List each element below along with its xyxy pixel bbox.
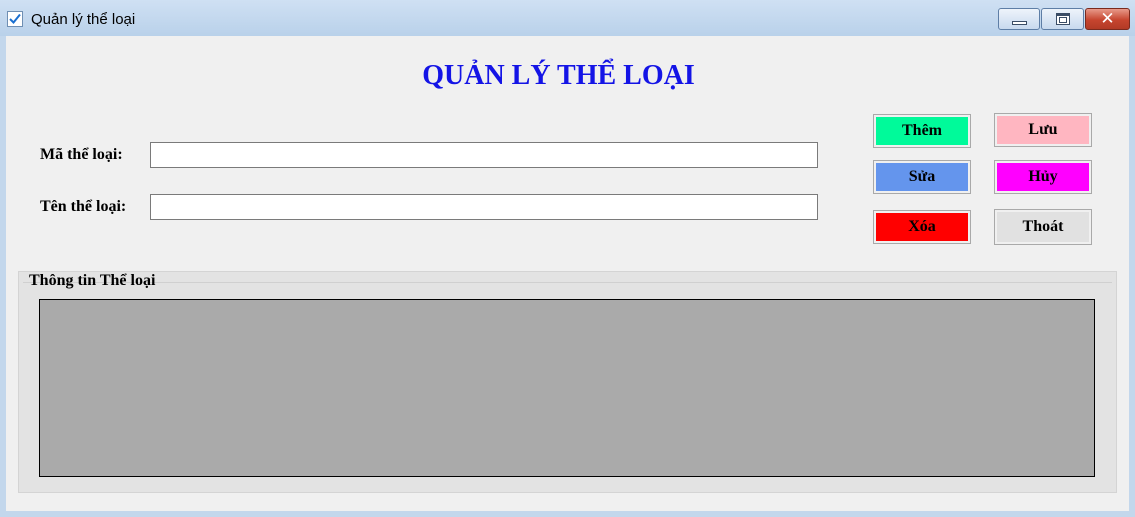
the-loai-info-group: Thông tin Thể loại: [18, 271, 1117, 493]
title-bar[interactable]: Quản lý thể loại ✕: [0, 0, 1135, 36]
ten-the-loai-label: Tên thể loại:: [40, 198, 127, 215]
thoat-button-label: Thoát: [997, 212, 1089, 242]
group-border-line: [23, 282, 1112, 283]
thoat-button[interactable]: Thoát: [994, 209, 1092, 245]
group-title: Thông tin Thể loại: [29, 272, 156, 289]
close-button[interactable]: ✕: [1085, 8, 1130, 30]
huy-button-label: Hủy: [997, 163, 1089, 191]
ten-the-loai-input[interactable]: [150, 194, 818, 220]
maximize-icon: [1056, 13, 1070, 25]
xoa-button[interactable]: Xóa: [873, 210, 971, 244]
app-icon: [7, 11, 23, 27]
xoa-button-label: Xóa: [876, 213, 968, 241]
minimize-icon: [1012, 21, 1027, 25]
sua-button[interactable]: Sửa: [873, 160, 971, 194]
sua-button-label: Sửa: [876, 163, 968, 191]
minimize-button[interactable]: [998, 8, 1040, 30]
close-icon: ✕: [1100, 9, 1115, 29]
page-title: QUẢN LÝ THỂ LOẠI: [422, 60, 695, 91]
window-client-area: QUẢN LÝ THỂ LOẠI Mã thể loại: Tên thể lo…: [6, 36, 1129, 511]
them-button[interactable]: Thêm: [873, 114, 971, 148]
window-title: Quản lý thể loại: [31, 11, 136, 28]
huy-button[interactable]: Hủy: [994, 160, 1092, 194]
luu-button[interactable]: Lưu: [994, 113, 1092, 147]
the-loai-data-grid[interactable]: [39, 299, 1095, 477]
maximize-button[interactable]: [1041, 8, 1084, 30]
ma-the-loai-input[interactable]: [150, 142, 818, 168]
luu-button-label: Lưu: [997, 116, 1089, 144]
ma-the-loai-label: Mã thể loại:: [40, 146, 123, 163]
them-button-label: Thêm: [876, 117, 968, 145]
